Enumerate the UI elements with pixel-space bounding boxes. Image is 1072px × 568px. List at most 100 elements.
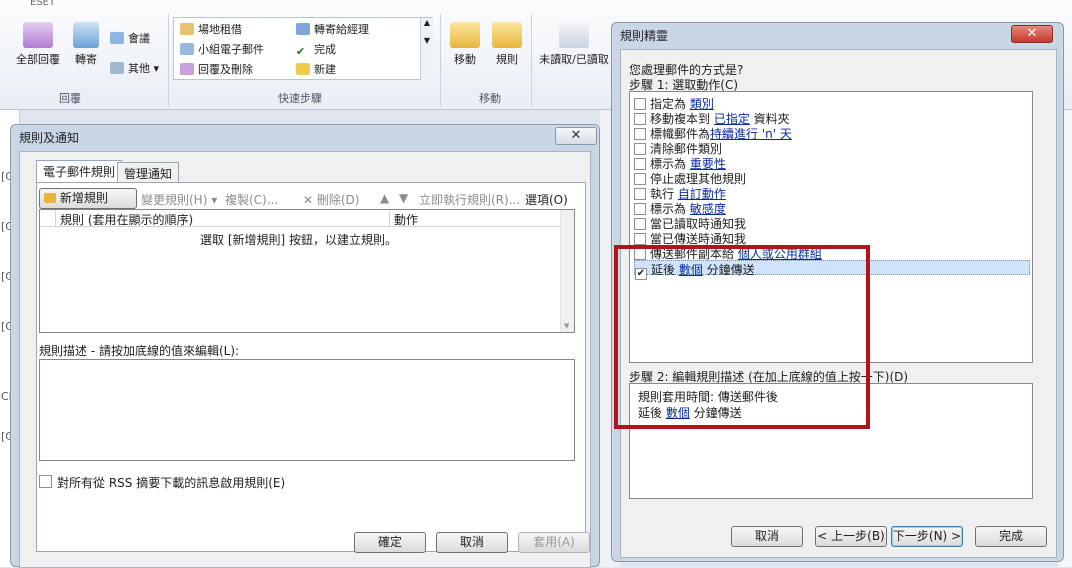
more-button[interactable]: 其他 ▾ [110,60,159,76]
action-text: 停止處理其他規則 [650,172,747,186]
rules-alerts-dialog: 規則及通知 ✕ 電子郵件規則 管理通知 新增規則(N)... 變更規則(H) ▾… [10,124,600,568]
action-checkbox[interactable] [634,233,646,245]
wizard-close-button[interactable]: ✕ [1011,25,1053,43]
meeting-label: 會議 [128,32,150,45]
action-checkbox[interactable] [634,158,646,170]
action-row[interactable]: 標幟郵件為持續進行 'n' 天 [634,125,1030,141]
forward-arrow-icon [296,23,310,35]
action-value-link[interactable]: 敏感度 [690,202,726,216]
action-text: 指定為 [650,97,690,111]
action-text: 執行 [650,187,678,201]
action-text: 移動複本到 [650,112,714,126]
copy-rule-button[interactable]: 複製(C)... [225,191,278,208]
action-text: 清除郵件類別 [650,142,723,156]
action-text: 標示為 [650,157,690,171]
action-row[interactable]: 標示為 重要性 [634,155,1030,171]
rules-label: 規則 [496,53,518,66]
ok-button[interactable]: 確定 [354,532,426,553]
action-checkbox[interactable] [634,113,646,125]
delete-rule-button[interactable]: ✕ 刪除(D) [303,191,359,208]
action-row[interactable]: 指定為 類別 [634,95,1030,111]
wizard-cancel-button[interactable]: 取消 [731,526,803,547]
action-row[interactable]: 當已傳送時通知我 [634,230,1030,246]
options-button[interactable]: 選項(O) [525,191,568,208]
run-rules-button[interactable]: 立即執行規則(R)... [419,191,520,208]
quickstep-new[interactable]: 新建 [296,61,336,77]
forward-button[interactable]: 轉寄 [72,22,100,67]
action-checkbox[interactable] [634,98,646,110]
rules-dialog-close-button[interactable]: ✕ [555,127,597,145]
action-row[interactable]: 清除郵件類別 [634,140,1030,156]
rss-rules-checkbox[interactable] [39,475,52,488]
rules-folder-icon [492,22,522,48]
quickstep-done[interactable]: ✔ 完成 [296,41,336,58]
rules-dialog-body: 電子郵件規則 管理通知 新增規則(N)... 變更規則(H) ▾ 複製(C)..… [19,151,591,568]
tab-email-rules[interactable]: 電子郵件規則 [36,160,123,182]
rss-rules-label: 對所有從 RSS 摘要下載的訊息啟用規則(E) [57,476,286,490]
move-button[interactable]: 移動 [448,22,482,67]
quicksteps-gallery: 場地租借 轉寄給經理 小組電子郵件 ✔ 完成 回覆及刪除 新建 ▲ ▼ [173,17,433,80]
quickstep-to-manager[interactable]: 轉寄給經理 [296,21,369,37]
gallery-scroll[interactable]: ▲ ▼ [420,18,433,80]
quickstep-team-email[interactable]: 小組電子郵件 [180,41,264,57]
action-value-link[interactable]: 自訂動作 [678,187,726,201]
action-checkbox[interactable] [634,218,646,230]
rules-button[interactable]: 規則 [490,22,524,67]
action-checkbox[interactable] [634,173,646,185]
action-row[interactable]: 當已讀取時通知我 [634,215,1030,231]
unread-read-button[interactable]: 未讀取/已讀取 [538,22,610,67]
action-checkbox[interactable] [634,188,646,200]
checkmark-icon: ✔ [296,45,306,58]
scroll-down-arrow-icon[interactable]: ▼ [564,322,569,330]
action-value-link[interactable]: 重要性 [690,157,726,171]
action-text: 當已傳送時通知我 [650,232,747,246]
move-folder-icon [450,22,480,48]
action-checkbox[interactable] [634,128,646,140]
reply-all-button[interactable]: 全部回覆 [10,22,66,67]
email-rules-panel: 新增規則(N)... 變更規則(H) ▾ 複製(C)... ✕ 刪除(D) ▲ … [36,182,586,552]
meeting-button[interactable]: 會議 [110,30,150,46]
ribbon-separator [531,14,532,106]
action-row[interactable]: 停止處理其他規則 [634,170,1030,186]
action-row[interactable]: 移動複本到 已指定 資料夾 [634,110,1030,126]
empty-rules-message: 選取 [新增規則] 按鈕，以建立規則。 [200,233,397,247]
rule-description-box[interactable] [39,359,575,461]
action-value-link[interactable]: 類別 [690,97,714,111]
action-value-link[interactable]: 持續進行 'n' 天 [710,127,792,141]
wizard-back-button[interactable]: < 上一步(B) [815,526,887,547]
team-icon [180,43,194,55]
quickstep-venue[interactable]: 場地租借 [180,21,242,37]
column-action[interactable]: 動作 [390,210,574,227]
change-rule-button[interactable]: 變更規則(H) ▾ [141,191,217,208]
cancel-button[interactable]: 取消 [436,532,508,553]
new-rule-button[interactable]: 新增規則(N)... [39,188,137,224]
calendar-icon [180,23,194,35]
reply-all-label: 全部回覆 [16,53,60,66]
delete-x-icon: ✕ [303,193,317,207]
action-value-link[interactable]: 已指定 [714,112,750,126]
action-text: 標示為 [650,202,690,216]
rules-list[interactable]: 規則 (套用在顯示的順序) 動作 選取 [新增規則] 按鈕，以建立規則。 ▼ [39,209,575,333]
action-row[interactable]: 標示為 敏感度 [634,200,1030,216]
more-icon [110,62,124,74]
column-check [40,210,56,227]
forward-icon [73,22,99,48]
move-down-arrow-icon[interactable]: ▼ [399,191,408,205]
quickstep-reply-delete[interactable]: 回覆及刪除 [180,61,253,77]
quickstep-label: 小組電子郵件 [198,43,264,56]
highlight-annotation-box [614,245,870,429]
unread-read-label: 未讀取/已讀取 [539,53,609,66]
tab-manage-alerts[interactable]: 管理通知 [117,162,180,182]
lightning-icon [296,63,310,75]
rules-list-scrollbar[interactable]: ▼ [560,210,574,332]
action-row[interactable]: 執行 自訂動作 [634,185,1030,201]
wizard-next-button[interactable]: 下一步(N) > [891,526,963,547]
reply-delete-icon [180,63,194,75]
action-checkbox[interactable] [634,143,646,155]
move-up-arrow-icon[interactable]: ▲ [380,191,389,205]
apply-button[interactable]: 套用(A) [518,532,590,553]
wizard-finish-button[interactable]: 完成 [975,526,1047,547]
action-text: 標幟郵件為 [650,127,711,141]
column-rule[interactable]: 規則 (套用在顯示的順序) [56,210,390,227]
action-checkbox[interactable] [634,203,646,215]
